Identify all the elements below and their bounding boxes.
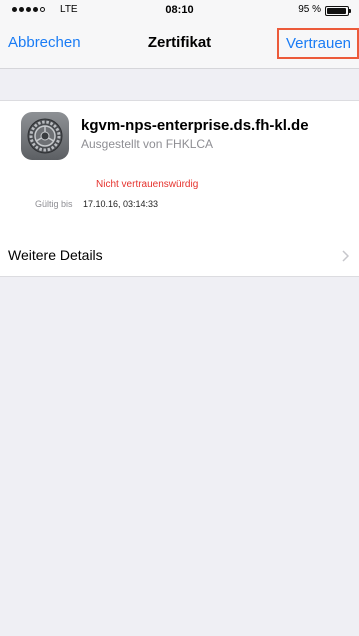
more-details-label: Weitere Details: [8, 247, 103, 263]
cancel-button[interactable]: Abbrechen: [8, 34, 81, 51]
certificate-card: kgvm-nps-enterprise.ds.fh-kl.de Ausgeste…: [0, 100, 359, 235]
certificate-name: kgvm-nps-enterprise.ds.fh-kl.de: [81, 117, 309, 134]
battery-percentage: 95 %: [298, 4, 321, 15]
settings-gear-icon: [21, 112, 69, 160]
navigation-bar: Abbrechen Zertifikat Vertrauen: [0, 22, 359, 69]
valid-until-value: 17.10.16, 03:14:33: [83, 199, 159, 209]
trust-status-warning: Nicht vertrauenswürdig: [96, 179, 199, 190]
more-details-row[interactable]: Weitere Details: [0, 234, 359, 277]
trust-button[interactable]: Vertrauen: [276, 28, 359, 59]
status-bar: LTE 08:10 95 %: [0, 0, 359, 22]
valid-until-label: Gültig bis: [35, 199, 73, 209]
certificate-issuer: Ausgestellt von FHKLCA: [81, 137, 214, 151]
chevron-right-icon: [342, 250, 349, 262]
battery-icon: [325, 6, 351, 16]
